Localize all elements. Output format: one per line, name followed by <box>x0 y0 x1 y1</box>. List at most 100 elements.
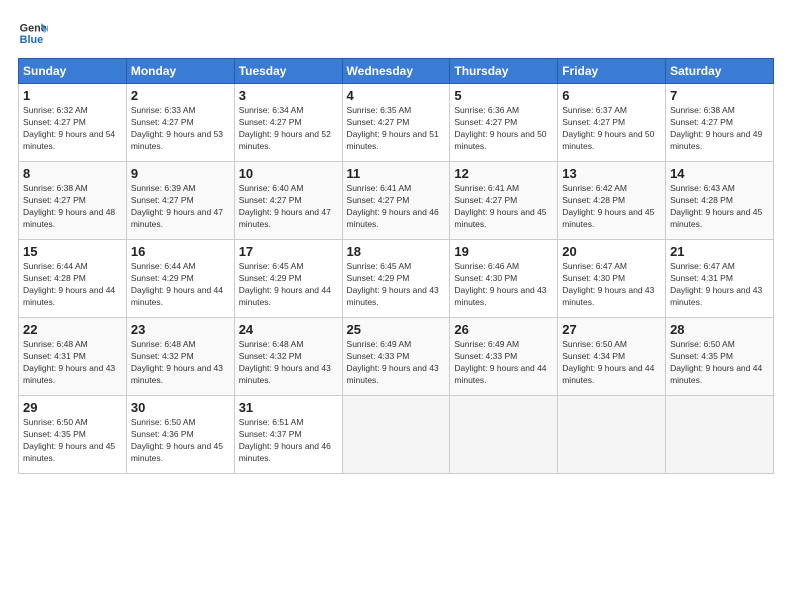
calendar-day-cell: 24 Sunrise: 6:48 AMSunset: 4:32 PMDaylig… <box>234 318 342 396</box>
weekday-header-sunday: Sunday <box>19 59 127 84</box>
day-detail: Sunrise: 6:48 AMSunset: 4:32 PMDaylight:… <box>239 339 331 385</box>
calendar-day-cell: 4 Sunrise: 6:35 AMSunset: 4:27 PMDayligh… <box>342 84 450 162</box>
calendar-day-cell: 26 Sunrise: 6:49 AMSunset: 4:33 PMDaylig… <box>450 318 558 396</box>
calendar-day-cell: 18 Sunrise: 6:45 AMSunset: 4:29 PMDaylig… <box>342 240 450 318</box>
calendar-week-row: 1 Sunrise: 6:32 AMSunset: 4:27 PMDayligh… <box>19 84 774 162</box>
weekday-header-monday: Monday <box>126 59 234 84</box>
calendar-day-cell: 1 Sunrise: 6:32 AMSunset: 4:27 PMDayligh… <box>19 84 127 162</box>
calendar-day-cell: 23 Sunrise: 6:48 AMSunset: 4:32 PMDaylig… <box>126 318 234 396</box>
logo: General Blue <box>18 18 48 48</box>
day-number: 1 <box>23 88 122 103</box>
calendar-day-cell: 8 Sunrise: 6:38 AMSunset: 4:27 PMDayligh… <box>19 162 127 240</box>
day-detail: Sunrise: 6:44 AMSunset: 4:28 PMDaylight:… <box>23 261 115 307</box>
weekday-header-tuesday: Tuesday <box>234 59 342 84</box>
day-detail: Sunrise: 6:34 AMSunset: 4:27 PMDaylight:… <box>239 105 331 151</box>
day-detail: Sunrise: 6:46 AMSunset: 4:30 PMDaylight:… <box>454 261 546 307</box>
day-number: 17 <box>239 244 338 259</box>
empty-cell <box>558 396 666 474</box>
day-number: 29 <box>23 400 122 415</box>
day-detail: Sunrise: 6:41 AMSunset: 4:27 PMDaylight:… <box>454 183 546 229</box>
day-number: 30 <box>131 400 230 415</box>
calendar-day-cell: 6 Sunrise: 6:37 AMSunset: 4:27 PMDayligh… <box>558 84 666 162</box>
day-number: 13 <box>562 166 661 181</box>
day-number: 7 <box>670 88 769 103</box>
day-number: 15 <box>23 244 122 259</box>
day-number: 31 <box>239 400 338 415</box>
day-number: 2 <box>131 88 230 103</box>
day-number: 16 <box>131 244 230 259</box>
day-detail: Sunrise: 6:50 AMSunset: 4:36 PMDaylight:… <box>131 417 223 463</box>
calendar-day-cell: 31 Sunrise: 6:51 AMSunset: 4:37 PMDaylig… <box>234 396 342 474</box>
calendar-day-cell: 14 Sunrise: 6:43 AMSunset: 4:28 PMDaylig… <box>666 162 774 240</box>
day-detail: Sunrise: 6:50 AMSunset: 4:35 PMDaylight:… <box>670 339 762 385</box>
day-detail: Sunrise: 6:38 AMSunset: 4:27 PMDaylight:… <box>670 105 762 151</box>
day-detail: Sunrise: 6:43 AMSunset: 4:28 PMDaylight:… <box>670 183 762 229</box>
day-number: 28 <box>670 322 769 337</box>
calendar-day-cell: 29 Sunrise: 6:50 AMSunset: 4:35 PMDaylig… <box>19 396 127 474</box>
day-number: 14 <box>670 166 769 181</box>
calendar-day-cell: 17 Sunrise: 6:45 AMSunset: 4:29 PMDaylig… <box>234 240 342 318</box>
day-number: 11 <box>347 166 446 181</box>
day-number: 26 <box>454 322 553 337</box>
empty-cell <box>666 396 774 474</box>
calendar-day-cell: 27 Sunrise: 6:50 AMSunset: 4:34 PMDaylig… <box>558 318 666 396</box>
day-number: 8 <box>23 166 122 181</box>
day-number: 5 <box>454 88 553 103</box>
day-detail: Sunrise: 6:38 AMSunset: 4:27 PMDaylight:… <box>23 183 115 229</box>
day-detail: Sunrise: 6:33 AMSunset: 4:27 PMDaylight:… <box>131 105 223 151</box>
calendar-table: SundayMondayTuesdayWednesdayThursdayFrid… <box>18 58 774 474</box>
empty-cell <box>450 396 558 474</box>
day-detail: Sunrise: 6:42 AMSunset: 4:28 PMDaylight:… <box>562 183 654 229</box>
calendar-day-cell: 2 Sunrise: 6:33 AMSunset: 4:27 PMDayligh… <box>126 84 234 162</box>
calendar-day-cell: 15 Sunrise: 6:44 AMSunset: 4:28 PMDaylig… <box>19 240 127 318</box>
calendar-week-row: 8 Sunrise: 6:38 AMSunset: 4:27 PMDayligh… <box>19 162 774 240</box>
day-number: 24 <box>239 322 338 337</box>
calendar-day-cell: 20 Sunrise: 6:47 AMSunset: 4:30 PMDaylig… <box>558 240 666 318</box>
day-detail: Sunrise: 6:47 AMSunset: 4:31 PMDaylight:… <box>670 261 762 307</box>
day-number: 19 <box>454 244 553 259</box>
day-number: 4 <box>347 88 446 103</box>
calendar-day-cell: 9 Sunrise: 6:39 AMSunset: 4:27 PMDayligh… <box>126 162 234 240</box>
day-detail: Sunrise: 6:45 AMSunset: 4:29 PMDaylight:… <box>239 261 331 307</box>
day-number: 6 <box>562 88 661 103</box>
day-detail: Sunrise: 6:32 AMSunset: 4:27 PMDaylight:… <box>23 105 115 151</box>
day-number: 21 <box>670 244 769 259</box>
day-detail: Sunrise: 6:51 AMSunset: 4:37 PMDaylight:… <box>239 417 331 463</box>
svg-text:Blue: Blue <box>20 34 43 46</box>
day-number: 10 <box>239 166 338 181</box>
day-detail: Sunrise: 6:50 AMSunset: 4:35 PMDaylight:… <box>23 417 115 463</box>
weekday-header-friday: Friday <box>558 59 666 84</box>
calendar-day-cell: 25 Sunrise: 6:49 AMSunset: 4:33 PMDaylig… <box>342 318 450 396</box>
day-detail: Sunrise: 6:50 AMSunset: 4:34 PMDaylight:… <box>562 339 654 385</box>
day-detail: Sunrise: 6:40 AMSunset: 4:27 PMDaylight:… <box>239 183 331 229</box>
logo-icon: General Blue <box>18 18 48 48</box>
day-detail: Sunrise: 6:48 AMSunset: 4:32 PMDaylight:… <box>131 339 223 385</box>
day-number: 25 <box>347 322 446 337</box>
calendar-week-row: 15 Sunrise: 6:44 AMSunset: 4:28 PMDaylig… <box>19 240 774 318</box>
calendar-day-cell: 28 Sunrise: 6:50 AMSunset: 4:35 PMDaylig… <box>666 318 774 396</box>
day-detail: Sunrise: 6:45 AMSunset: 4:29 PMDaylight:… <box>347 261 439 307</box>
day-detail: Sunrise: 6:41 AMSunset: 4:27 PMDaylight:… <box>347 183 439 229</box>
calendar-week-row: 22 Sunrise: 6:48 AMSunset: 4:31 PMDaylig… <box>19 318 774 396</box>
day-number: 20 <box>562 244 661 259</box>
calendar-day-cell: 21 Sunrise: 6:47 AMSunset: 4:31 PMDaylig… <box>666 240 774 318</box>
day-detail: Sunrise: 6:35 AMSunset: 4:27 PMDaylight:… <box>347 105 439 151</box>
day-detail: Sunrise: 6:39 AMSunset: 4:27 PMDaylight:… <box>131 183 223 229</box>
calendar-day-cell: 30 Sunrise: 6:50 AMSunset: 4:36 PMDaylig… <box>126 396 234 474</box>
calendar-day-cell: 3 Sunrise: 6:34 AMSunset: 4:27 PMDayligh… <box>234 84 342 162</box>
calendar-day-cell: 22 Sunrise: 6:48 AMSunset: 4:31 PMDaylig… <box>19 318 127 396</box>
calendar-day-cell: 13 Sunrise: 6:42 AMSunset: 4:28 PMDaylig… <box>558 162 666 240</box>
day-number: 18 <box>347 244 446 259</box>
day-number: 27 <box>562 322 661 337</box>
day-number: 23 <box>131 322 230 337</box>
calendar-day-cell: 12 Sunrise: 6:41 AMSunset: 4:27 PMDaylig… <box>450 162 558 240</box>
day-detail: Sunrise: 6:48 AMSunset: 4:31 PMDaylight:… <box>23 339 115 385</box>
calendar-day-cell: 11 Sunrise: 6:41 AMSunset: 4:27 PMDaylig… <box>342 162 450 240</box>
day-detail: Sunrise: 6:44 AMSunset: 4:29 PMDaylight:… <box>131 261 223 307</box>
day-detail: Sunrise: 6:36 AMSunset: 4:27 PMDaylight:… <box>454 105 546 151</box>
calendar-day-cell: 10 Sunrise: 6:40 AMSunset: 4:27 PMDaylig… <box>234 162 342 240</box>
empty-cell <box>342 396 450 474</box>
calendar-day-cell: 19 Sunrise: 6:46 AMSunset: 4:30 PMDaylig… <box>450 240 558 318</box>
day-detail: Sunrise: 6:49 AMSunset: 4:33 PMDaylight:… <box>347 339 439 385</box>
day-number: 12 <box>454 166 553 181</box>
